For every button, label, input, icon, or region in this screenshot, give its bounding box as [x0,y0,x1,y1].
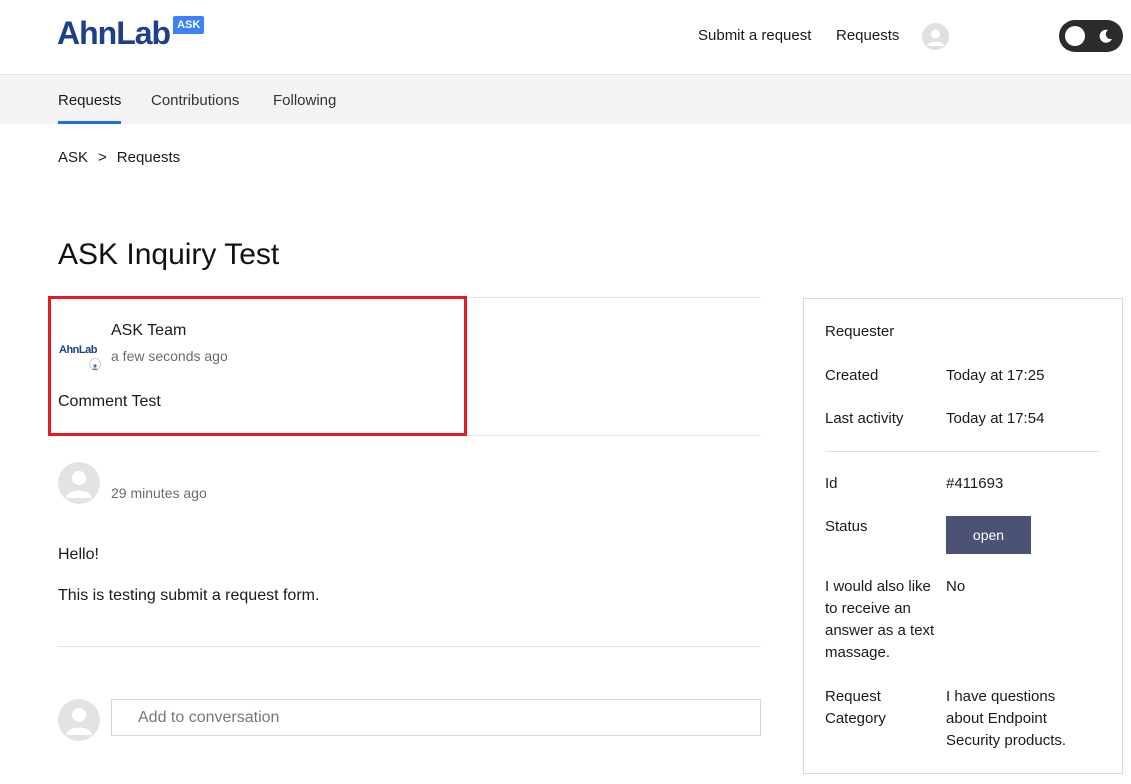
breadcrumb-ask-link[interactable]: ASK [58,149,88,167]
page-title: ASK Inquiry Test [58,238,280,271]
request-category-value: I have questions about Endpoint Security… [946,688,1067,749]
highlighted-comment-box [48,296,467,436]
requester-label: Requester [825,323,895,340]
site-header: AhnLab ASK Submit a request Requests [0,0,1131,74]
request-category-label: Request Category [825,688,886,727]
moon-icon [1099,29,1112,43]
status-badge: open [946,516,1031,554]
logo-badge: ASK [173,16,205,34]
breadcrumb: ASK > Requests [58,149,180,167]
user-avatar-icon [58,462,100,504]
comment-body: Comment Test [58,393,161,410]
breadcrumb-separator: > [98,149,107,166]
tab-requests[interactable]: Requests [58,92,122,124]
created-label: Created [825,367,879,384]
add-to-conversation-input[interactable] [111,699,761,736]
comment-body-line: This is testing submit a request form. [58,587,320,604]
submit-request-link[interactable]: Submit a request [698,27,811,45]
breadcrumb-requests-link[interactable]: Requests [117,149,180,167]
tab-following[interactable]: Following [273,92,336,110]
user-avatar-icon[interactable] [922,23,949,50]
comment-body-line: Hello! [58,546,99,563]
text-message-value: No [946,578,966,595]
sub-navigation: Requests Contributions Following [0,74,1131,124]
avatar-logo-text: AhnLab [59,344,97,356]
id-label: Id [825,475,838,492]
last-activity-label: Last activity [825,410,904,427]
theme-toggle-icon[interactable] [1059,20,1123,52]
toggle-knob [1065,26,1085,46]
status-label: Status [825,518,868,535]
requests-link[interactable]: Requests [836,27,899,45]
sidebar-divider [825,451,1100,452]
comment-timestamp: 29 minutes ago [111,485,207,501]
last-activity-value: Today at 17:54 [946,410,1045,427]
logo-text: AhnLab [57,15,171,51]
ask-team-avatar: AhnLab [59,340,101,372]
tab-contributions[interactable]: Contributions [151,92,239,110]
user-avatar-icon [58,699,100,741]
ahnlab-ask-logo[interactable]: AhnLab ASK [57,15,205,51]
divider [58,646,761,647]
agent-badge-icon [89,358,101,370]
comment-author: ASK Team [111,322,187,339]
id-value: #411693 [946,475,1004,492]
created-value: Today at 17:25 [946,367,1045,384]
comment-timestamp: a few seconds ago [111,348,228,364]
text-message-label: I would also like to receive an answer a… [825,578,935,661]
